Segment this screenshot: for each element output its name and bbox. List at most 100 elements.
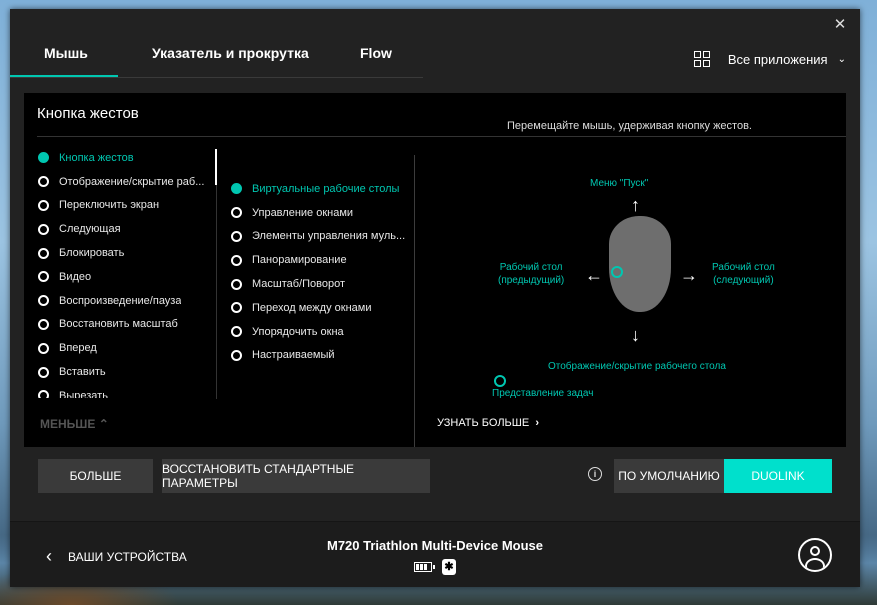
arrow-down-icon: ↓ (631, 325, 640, 345)
list-item[interactable]: Кнопка жестов (38, 146, 213, 170)
list-item-label: Переход между окнами (252, 301, 372, 314)
list-item-label: Вставить (59, 366, 106, 379)
gesture-diagram: Меню "Пуск" ↑ ← → Рабочий стол (предыдущи… (474, 153, 854, 413)
radio-icon (231, 254, 242, 266)
radio-icon (231, 207, 242, 219)
all-apps-label: Все приложения (727, 51, 828, 67)
gesture-list: Виртуальные рабочие столы Управление окн… (231, 177, 409, 367)
radio-icon (38, 318, 49, 330)
gesture-hint: Перемещайте мышь, удерживая кнопку жесто… (507, 120, 752, 132)
grid-icon (693, 51, 710, 67)
account-icon[interactable] (798, 538, 832, 572)
list-item-label: Упорядочить окна (252, 325, 344, 338)
list-item-label: Видео (59, 270, 92, 283)
chevron-up-icon: ⌃ (98, 417, 109, 431)
list-item[interactable]: Вставить (38, 360, 213, 384)
gesture-left-label: Рабочий стол (предыдущий) (498, 262, 565, 286)
list-item[interactable]: Масштаб/Поворот (231, 272, 409, 296)
learn-more-link[interactable]: УЗНАТЬ БОЛЬШЕ › (437, 417, 539, 429)
list-item[interactable]: Следующая (38, 217, 213, 241)
action-list: Кнопка жестов Отображение/скрытие раб...… (38, 146, 213, 398)
gesture-right-label: Рабочий стол (следующий) (712, 262, 775, 286)
radio-icon (38, 390, 49, 398)
bluetooth-icon: ✱ (442, 559, 456, 575)
list-item[interactable]: Виртуальные рабочие столы (231, 177, 409, 201)
list-item-label: Настраиваемый (252, 349, 335, 362)
gesture-tap-label: Представление задач (492, 388, 594, 399)
radio-icon (231, 326, 242, 338)
mouse-shape (609, 216, 671, 312)
less-toggle[interactable]: МЕНЬШЕ ⌃ (40, 417, 109, 431)
list-item[interactable]: Настраиваемый (231, 344, 409, 368)
more-button[interactable]: БОЛЬШЕ (38, 459, 153, 493)
arrow-right-icon: → (680, 265, 698, 285)
list-item[interactable]: Вырезать (38, 384, 213, 398)
list-item[interactable]: Воспроизведение/пауза (38, 289, 213, 313)
column-separator (414, 155, 415, 447)
list-item[interactable]: Видео (38, 265, 213, 289)
list-item[interactable]: Элементы управления муль... (231, 225, 409, 249)
gesture-button-panel: Кнопка жестов Перемещайте мышь, удержива… (24, 93, 846, 447)
list-separator (216, 185, 217, 399)
list-item-label: Восстановить масштаб (59, 318, 178, 331)
top-nav: Мышь Указатель и прокрутка Flow Все прил… (10, 9, 860, 79)
learn-more-label: УЗНАТЬ БОЛЬШЕ (437, 417, 530, 429)
tab-pointer-scroll[interactable]: Указатель и прокрутка (152, 45, 309, 61)
title-divider (37, 136, 846, 137)
tap-marker (494, 375, 506, 387)
list-item-label: Блокировать (59, 247, 125, 260)
gesture-button-marker (611, 266, 623, 278)
radio-icon (38, 342, 49, 354)
info-icon[interactable]: i (588, 467, 602, 481)
list-item[interactable]: Панорамирование (231, 248, 409, 272)
list-item-label: Управление окнами (252, 206, 354, 219)
chevron-down-icon: ⌄ (837, 53, 846, 65)
action-list-scrollbar[interactable] (215, 149, 217, 185)
list-item-label: Панорамирование (252, 254, 347, 267)
radio-icon (231, 302, 242, 314)
list-item[interactable]: Упорядочить окна (231, 320, 409, 344)
list-item[interactable]: Блокировать (38, 241, 213, 265)
arrow-left-icon: ← (585, 265, 603, 285)
default-button[interactable]: ПО УМОЛЧАНИЮ (614, 459, 724, 493)
radio-icon (38, 366, 49, 378)
radio-icon (231, 183, 242, 195)
panel-title: Кнопка жестов (37, 105, 139, 122)
list-item[interactable]: Вперед (38, 336, 213, 360)
chevron-right-icon: › (535, 417, 539, 429)
tab-flow[interactable]: Flow (360, 45, 392, 61)
tab-mouse[interactable]: Мышь (44, 45, 88, 61)
radio-icon (38, 152, 49, 164)
list-item[interactable]: Управление окнами (231, 201, 409, 225)
list-item-label: Кнопка жестов (59, 151, 134, 164)
nav-divider (10, 77, 423, 78)
less-label: МЕНЬШЕ (40, 417, 96, 431)
radio-icon (38, 295, 49, 307)
app-window: ✕ Мышь Указатель и прокрутка Flow Все пр… (10, 9, 860, 587)
gesture-down-label: Отображение/скрытие рабочего стола (548, 361, 726, 372)
list-item-label: Отображение/скрытие раб... (59, 175, 205, 188)
list-item-label: Переключить экран (59, 199, 160, 212)
list-item-label: Масштаб/Поворот (252, 278, 346, 291)
device-name: M720 Triathlon Multi-Device Mouse (327, 538, 543, 553)
list-item[interactable]: Переход между окнами (231, 296, 409, 320)
list-item[interactable]: Переключить экран (38, 194, 213, 218)
footer-bar: ‹ ВАШИ УСТРОЙСТВА M720 Triathlon Multi-D… (10, 522, 860, 587)
arrow-up-icon: ↑ (631, 195, 640, 215)
gesture-up-label: Меню "Пуск" (590, 178, 649, 189)
battery-icon (414, 562, 435, 572)
list-item[interactable]: Отображение/скрытие раб... (38, 170, 213, 194)
list-item-label: Вперед (59, 342, 97, 355)
all-apps-dropdown[interactable]: Все приложения ⌄ (693, 51, 846, 67)
radio-icon (231, 278, 242, 290)
list-item-label: Элементы управления муль... (252, 230, 406, 243)
duolink-button[interactable]: DUOLINK (724, 459, 832, 493)
restore-defaults-button[interactable]: ВОССТАНОВИТЬ СТАНДАРТНЫЕ ПАРАМЕТРЫ (162, 459, 430, 493)
radio-icon (38, 223, 49, 235)
list-item-label: Виртуальные рабочие столы (252, 182, 400, 195)
radio-icon (38, 199, 49, 211)
list-item[interactable]: Восстановить масштаб (38, 313, 213, 337)
radio-icon (38, 176, 49, 188)
radio-icon (38, 271, 49, 283)
radio-icon (231, 349, 242, 361)
